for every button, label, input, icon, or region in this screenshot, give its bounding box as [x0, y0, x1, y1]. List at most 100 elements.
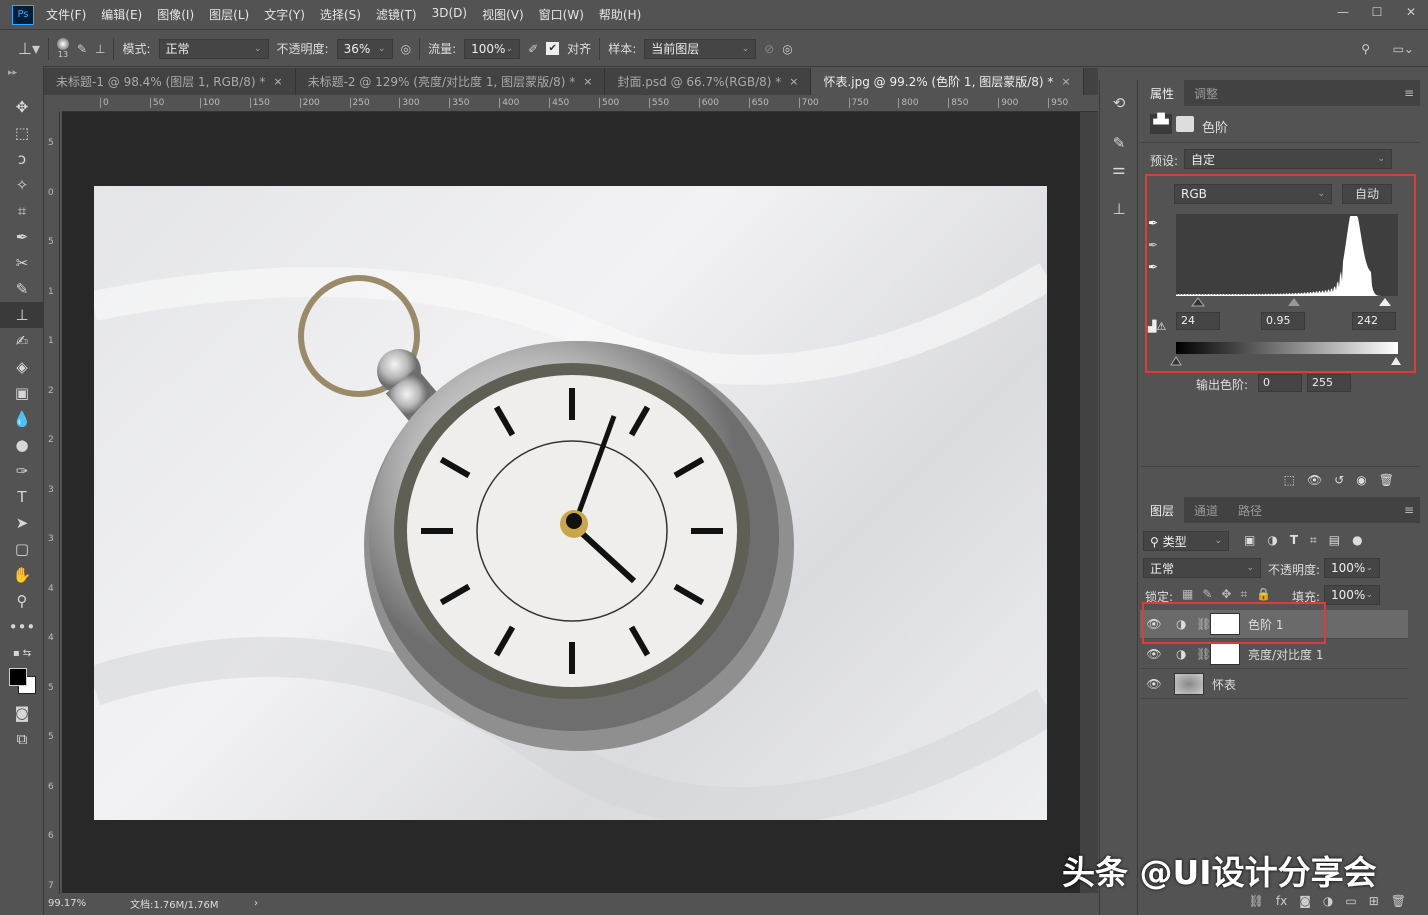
- screen-mode-icon[interactable]: ⧉: [0, 726, 44, 752]
- new-group-icon[interactable]: ▭: [1345, 894, 1356, 908]
- pen-tool-icon[interactable]: ✑: [0, 458, 44, 484]
- view-previous-icon[interactable]: 👁: [1307, 473, 1322, 487]
- link-layers-icon[interactable]: ⛓: [1249, 894, 1264, 908]
- brush-tool-icon[interactable]: ✎: [0, 276, 44, 302]
- ignore-adjustment-layers-icon[interactable]: ⊘: [764, 42, 774, 56]
- clone-stamp-tool-icon[interactable]: ⊥: [0, 302, 44, 328]
- black-point-slider[interactable]: [1191, 297, 1205, 307]
- preset-select[interactable]: 自定 ⌄: [1184, 149, 1392, 169]
- gamma-slider[interactable]: [1288, 298, 1300, 306]
- document-tab[interactable]: 怀表.jpg @ 99.2% (色阶 1, 图层蒙版/8) * ×: [811, 68, 1084, 95]
- tab-paths[interactable]: 路径: [1228, 497, 1272, 523]
- menu-item[interactable]: 图层(L): [209, 6, 249, 23]
- layer-filter-select[interactable]: ⚲ 类型 ⌄: [1143, 531, 1229, 551]
- reset-icon[interactable]: ↺: [1334, 473, 1344, 487]
- brush-settings-panel-icon[interactable]: ⚌: [1100, 156, 1138, 182]
- gradient-tool-icon[interactable]: ▣: [0, 380, 44, 406]
- new-adjustment-icon[interactable]: ◑: [1323, 894, 1333, 908]
- filter-shape-icon[interactable]: ⌗: [1310, 533, 1317, 548]
- output-black-slider[interactable]: [1170, 356, 1182, 366]
- menu-item[interactable]: 滤镜(T): [376, 6, 417, 23]
- output-white-slider[interactable]: [1391, 357, 1401, 365]
- document-tab[interactable]: 未标题-1 @ 98.4% (图层 1, RGB/8) * ×: [44, 68, 296, 95]
- menu-item[interactable]: 选择(S): [320, 6, 361, 23]
- link-icon[interactable]: ⛓: [1196, 647, 1211, 661]
- hand-tool-icon[interactable]: ✋: [0, 562, 44, 588]
- menu-item[interactable]: 视图(V): [482, 6, 524, 23]
- menu-item[interactable]: 窗口(W): [539, 6, 584, 23]
- brush-preset-picker[interactable]: 13: [56, 38, 69, 59]
- foreground-color-swatch[interactable]: [9, 668, 27, 686]
- mask-icon[interactable]: [1176, 116, 1194, 132]
- tab-channels[interactable]: 通道: [1184, 497, 1228, 523]
- eraser-tool-icon[interactable]: ◈: [0, 354, 44, 380]
- clone-source-icon[interactable]: ⊥: [95, 42, 105, 56]
- input-black-field[interactable]: 24: [1176, 312, 1220, 330]
- black-eyedropper-icon[interactable]: ✒: [1148, 216, 1158, 230]
- document-tab[interactable]: 封面.psd @ 66.7%(RGB/8) * ×: [605, 68, 812, 95]
- vertical-scrollbar[interactable]: [1080, 112, 1098, 893]
- brush-settings-icon[interactable]: ✎: [77, 42, 87, 56]
- eye-icon[interactable]: 👁: [1140, 647, 1168, 661]
- menu-item[interactable]: 文字(Y): [264, 6, 305, 23]
- pressure-size-icon[interactable]: ◎: [782, 42, 792, 56]
- close-tab-icon[interactable]: ×: [789, 75, 798, 88]
- delete-layer-icon[interactable]: 🗑: [1391, 894, 1406, 908]
- layer-style-icon[interactable]: fx: [1276, 894, 1287, 908]
- layer-thumbnail[interactable]: [1174, 673, 1204, 695]
- eye-icon[interactable]: 👁: [1140, 677, 1168, 691]
- white-point-slider[interactable]: [1379, 298, 1391, 306]
- close-tab-icon[interactable]: ×: [583, 75, 592, 88]
- panel-menu-icon[interactable]: ≡: [1404, 86, 1414, 100]
- filter-type-icon[interactable]: T: [1290, 533, 1298, 548]
- clone-stamp-tool-preset-icon[interactable]: ⊥▾: [18, 39, 40, 58]
- flow-input[interactable]: 100% ⌄: [464, 38, 521, 59]
- filter-pixel-icon[interactable]: ▣: [1244, 533, 1255, 548]
- delete-icon[interactable]: 🗑: [1379, 473, 1394, 487]
- menu-item[interactable]: 帮助(H): [599, 6, 641, 23]
- crop-tool-icon[interactable]: ⌗: [0, 198, 44, 224]
- input-white-field[interactable]: 242: [1352, 312, 1396, 330]
- lasso-tool-icon[interactable]: ↄ: [0, 146, 44, 172]
- layer-row[interactable]: 👁 ◑ ⛓ 亮度/对比度 1: [1140, 640, 1408, 669]
- close-tab-icon[interactable]: ×: [1061, 75, 1070, 88]
- output-white-field[interactable]: 255: [1307, 374, 1351, 392]
- fill-input[interactable]: 100% ⌄: [1324, 585, 1380, 605]
- lock-transparent-icon[interactable]: ▦: [1182, 587, 1193, 602]
- close-tab-icon[interactable]: ×: [273, 75, 282, 88]
- menu-item[interactable]: 图像(I): [157, 6, 194, 23]
- lock-pixels-icon[interactable]: ✎: [1202, 587, 1212, 602]
- white-eyedropper-icon[interactable]: ✒: [1148, 260, 1158, 274]
- maximize-button[interactable]: ☐: [1360, 0, 1394, 24]
- pocket-watch-image[interactable]: [94, 186, 1047, 820]
- brush-presets-panel-icon[interactable]: ✎: [1100, 130, 1138, 156]
- workspace-icon[interactable]: ▭⌄: [1393, 42, 1414, 56]
- close-window-button[interactable]: ✕: [1394, 0, 1428, 24]
- status-menu-arrow[interactable]: ›: [254, 898, 258, 909]
- lock-all-icon[interactable]: 🔒: [1256, 587, 1271, 602]
- more-tools-icon[interactable]: •••: [0, 614, 44, 640]
- auto-button[interactable]: 自动: [1342, 184, 1392, 204]
- lock-artboard-icon[interactable]: ⌗: [1240, 587, 1247, 602]
- minimize-button[interactable]: —: [1326, 0, 1360, 24]
- output-black-field[interactable]: 0: [1258, 374, 1302, 392]
- color-swatches[interactable]: [0, 666, 43, 700]
- tab-properties[interactable]: 属性: [1140, 80, 1185, 106]
- new-layer-icon[interactable]: ⊞: [1369, 894, 1379, 908]
- gray-eyedropper-icon[interactable]: ✒: [1148, 238, 1158, 252]
- layer-row[interactable]: 👁 怀表: [1140, 670, 1408, 699]
- layer-opacity-input[interactable]: 100% ⌄: [1324, 558, 1380, 578]
- lock-position-icon[interactable]: ✥: [1221, 587, 1231, 602]
- menu-item[interactable]: 编辑(E): [101, 6, 142, 23]
- channel-select[interactable]: RGB ⌄: [1174, 184, 1332, 204]
- input-gamma-field[interactable]: 0.95: [1261, 312, 1305, 330]
- clone-source-panel-icon[interactable]: ⊥: [1100, 196, 1138, 222]
- marquee-tool-icon[interactable]: ⬚: [0, 120, 44, 146]
- filter-smart-object-icon[interactable]: ▤: [1329, 533, 1340, 548]
- zoom-tool-icon[interactable]: ⚲: [0, 588, 44, 614]
- collapse-icon[interactable]: ▸▸: [0, 66, 43, 94]
- align-checkbox[interactable]: ✔: [546, 42, 560, 55]
- healing-tool-icon[interactable]: ✂: [0, 250, 44, 276]
- opacity-input[interactable]: 36% ⌄: [336, 38, 393, 59]
- menu-item[interactable]: 文件(F): [46, 6, 86, 23]
